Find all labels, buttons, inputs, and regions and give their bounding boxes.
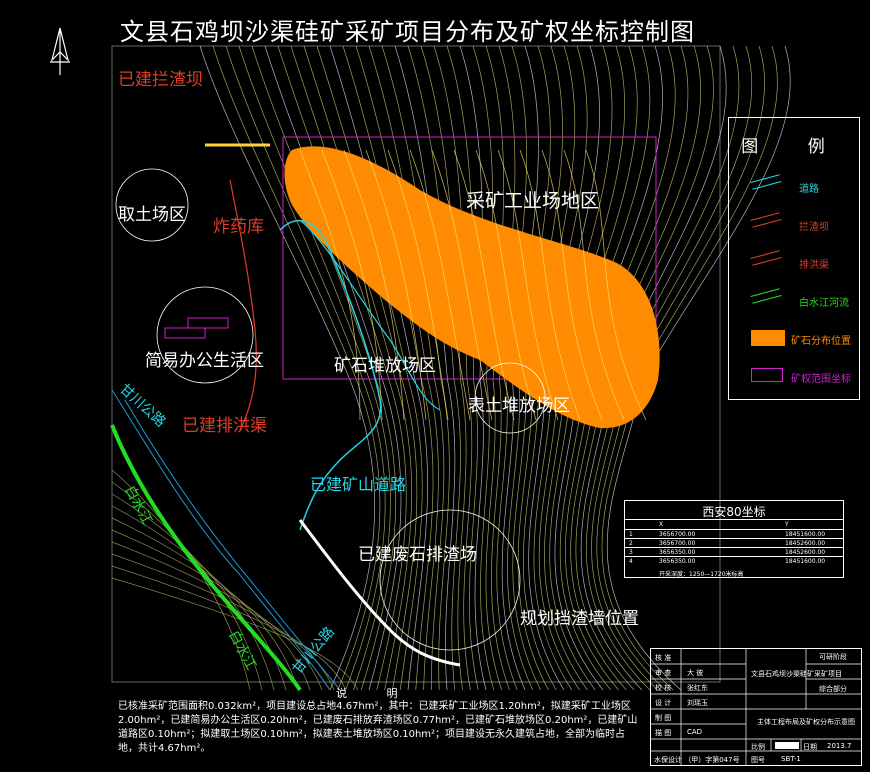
legend-label: 矿石分布位置	[791, 336, 851, 347]
tb-date: 2013.7	[827, 742, 852, 750]
notes-text: 已核准采矿范围面积0.032km²，项目建设总占地4.67hm²，其中：已建采矿…	[118, 701, 638, 754]
tb-row-name: 大 彼	[687, 669, 704, 677]
contour-line	[111, 517, 299, 691]
tb-row-name: 张红东	[687, 684, 708, 692]
tb-row-label: 核 准	[655, 654, 672, 662]
title-block: 核 准审 查 大 彼校 核 张红东设 计 刘瑶玉制 图描 图 CAD 文县石鸡坝沙渠硅矿…	[650, 648, 862, 766]
coordinate-cell: 3656700.00	[659, 531, 696, 538]
label-topsoil-stock: 表土堆放场区	[468, 396, 570, 416]
coordinate-table-title: 西安80坐标	[702, 505, 766, 519]
legend-label: 白水江河流	[799, 298, 849, 309]
label-soil-borrow: 取土场区	[118, 205, 186, 225]
legend-label: 道路	[799, 184, 819, 195]
contour-line	[111, 565, 347, 691]
tb-row-name: CAD	[687, 728, 703, 736]
tb-row-label: 制 图	[655, 714, 672, 722]
label-waste-dump: 已建废石排渣场	[358, 545, 477, 565]
label-existing-dam: 已建拦渣坝	[118, 70, 203, 90]
label-explosive-store: 炸药库	[213, 217, 264, 237]
coordinate-cell: 3656350.00	[659, 558, 696, 565]
tb-row-label: 描 图	[655, 729, 672, 737]
coordinate-cell: 3656350.00	[659, 549, 696, 556]
tb-stage: 可研阶段	[819, 653, 847, 661]
coordinate-cell: 1	[629, 531, 633, 538]
legend-swatch	[751, 330, 785, 346]
tb-row-name: 刘瑶玉	[687, 699, 708, 707]
legend-label: 矿权范围坐标	[791, 374, 851, 385]
label-office-living: 简易办公生活区	[145, 351, 264, 371]
coordinate-footnote: 开采深度：1250—1720米标高	[659, 571, 744, 578]
tb-scale-label: 比例	[751, 743, 765, 751]
coordinate-cell: 18452600.00	[785, 549, 826, 556]
river-line	[110, 424, 302, 692]
tb-date-label: 日期	[803, 743, 817, 751]
legend-label: 拦渣坝	[799, 222, 829, 233]
legend-title: 图 例	[741, 137, 847, 157]
coordinate-cell: 18452600.00	[785, 540, 826, 547]
tb-drawing: 主体工程布局及矿权分布示意图	[757, 718, 855, 726]
contour-line	[446, 45, 479, 691]
north-arrow-icon	[50, 27, 70, 75]
label-mine-road: 已建矿山道路	[310, 475, 407, 494]
tb-no: SBT-1	[781, 755, 801, 763]
tb-row-label: 校 核	[655, 684, 672, 692]
legend-swatch	[750, 212, 782, 228]
notes-title: 说 明	[336, 687, 416, 700]
tb-company: 水保设计 （甲）字第047号	[654, 756, 740, 764]
label-ore-stockpile: 矿石堆放场区	[334, 356, 436, 376]
label-quarry-work: 采矿工业场地区	[466, 190, 600, 212]
coordinate-cell: 18451600.00	[785, 558, 826, 565]
legend-swatch	[751, 368, 783, 382]
legend-swatch	[750, 288, 782, 304]
tb-row-label: 审 查	[655, 669, 672, 677]
tb-no-label: 图号	[751, 756, 765, 764]
tb-row-label: 设 计	[655, 699, 672, 707]
legend-swatch	[750, 174, 782, 190]
tb-project: 文县石鸡坝沙渠硅矿采矿项目	[751, 670, 842, 678]
coordinate-cell: 3	[629, 549, 633, 556]
coordinate-cell: Y	[785, 521, 789, 528]
coordinate-cell: 3656700.00	[659, 540, 696, 547]
map-title: 文县石鸡坝沙渠硅矿采矿项目分布及矿权坐标控制图	[120, 18, 695, 46]
tb-part: 综合部分	[819, 685, 847, 693]
coordinate-cell: 18451600.00	[785, 531, 826, 538]
contour-line	[472, 45, 495, 691]
coordinate-cell: X	[659, 521, 664, 528]
legend: 图 例 道路拦渣坝排洪渠白水江河流矿石分布位置 矿权范围坐标	[728, 117, 860, 400]
label-retaining-wall: 规划挡渣墙位置	[520, 609, 639, 629]
coordinate-cell: 2	[629, 540, 633, 547]
coordinate-table: 西安80坐标 X Y 1 3656700.00 18451600.00 2 3656700.…	[624, 500, 844, 578]
legend-label: 排洪渠	[799, 260, 829, 271]
legend-swatch	[750, 250, 782, 266]
label-flood-channel: 已建排洪渠	[182, 416, 267, 436]
coordinate-cell: 4	[629, 558, 633, 565]
